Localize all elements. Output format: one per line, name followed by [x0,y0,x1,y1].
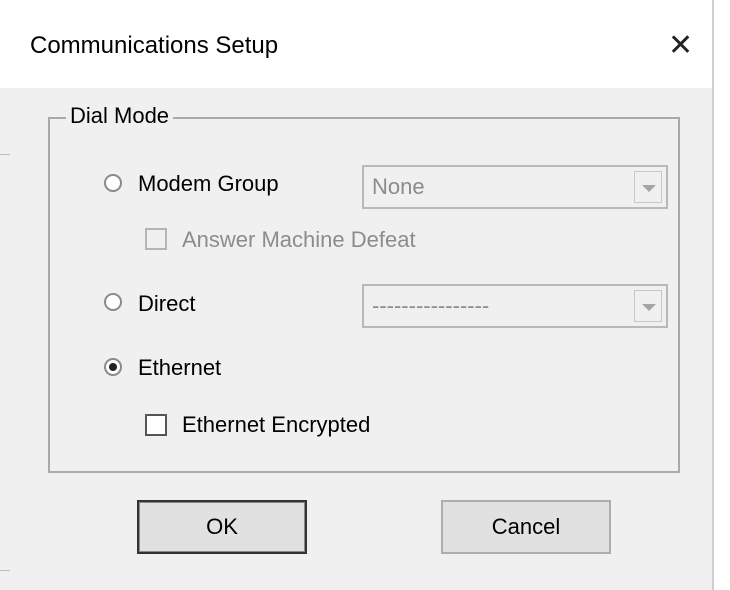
chevron-down-icon [634,171,662,203]
answer-machine-defeat-label: Answer Machine Defeat [182,227,416,252]
ethernet-encrypted-label: Ethernet Encrypted [182,412,371,437]
modem-group-radio[interactable] [104,174,122,192]
ethernet-radio[interactable] [104,358,122,376]
title-bar: Communications Setup ✕ [0,0,712,88]
close-icon[interactable]: ✕ [668,30,693,62]
dialog-window: Communications Setup ✕ Dial Mode Modem G… [0,0,712,590]
ok-button[interactable]: OK [137,500,307,554]
direct-select[interactable]: ---------------- [362,284,668,328]
chevron-down-icon [634,290,662,322]
direct-radio[interactable] [104,293,122,311]
modem-group-label: Modem Group [138,171,279,196]
ethernet-label: Ethernet [138,355,222,380]
cancel-button[interactable]: Cancel [441,500,611,554]
answer-machine-defeat-checkbox[interactable] [145,228,167,250]
dialog-title: Communications Setup [30,32,279,59]
ethernet-encrypted-checkbox[interactable] [145,414,167,436]
direct-select-value: ---------------- [372,293,490,318]
window-edge [0,154,10,155]
modem-group-select-value: None [372,174,425,199]
dial-mode-label: Dial Mode [66,102,174,130]
window-edge [0,570,10,571]
window-edge [712,0,714,590]
direct-label: Direct [138,291,196,316]
modem-group-select[interactable]: None [362,165,668,209]
